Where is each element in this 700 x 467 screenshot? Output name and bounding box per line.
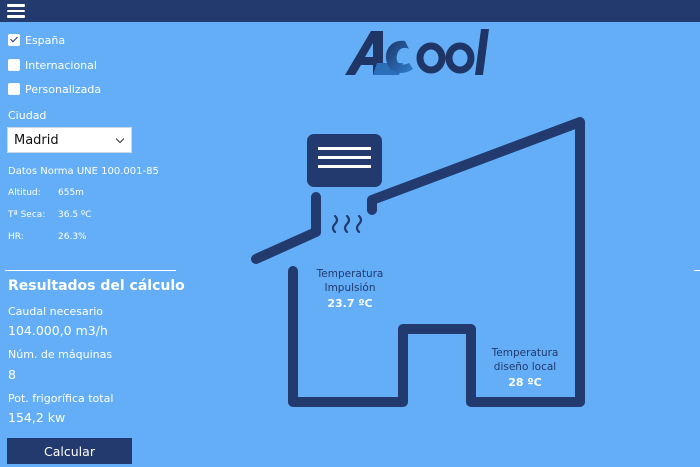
- supply-temp-value: 23.7 ºC: [327, 297, 373, 310]
- house-diagram: [251, 117, 585, 407]
- ac-unit-icon: [307, 134, 382, 187]
- supply-temp-label-2: Impulsión: [324, 282, 376, 294]
- design-temp-value: 28 ºC: [508, 376, 542, 389]
- heat-waves-icon: [331, 214, 363, 234]
- supply-temp-label-1: Temperatura: [316, 268, 384, 280]
- roof-left-line: [251, 192, 321, 264]
- design-temp-label-1: Temperatura: [491, 347, 559, 359]
- design-temp-label-2: diseño local: [493, 361, 557, 373]
